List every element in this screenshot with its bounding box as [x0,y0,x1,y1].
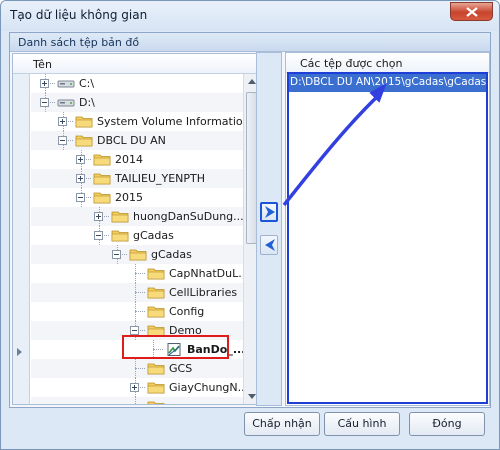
tree-node[interactable] [31,397,243,404]
row-indicator-column [13,74,30,404]
collapse-icon[interactable] [112,250,121,259]
tree-node-label: 2014 [115,153,143,166]
selected-files-header-label: Các tệp được chọn [300,57,403,70]
arrow-left-icon [265,239,275,251]
window-title: Tạo dữ liệu không gian [10,8,148,22]
current-row-indicator-icon [17,348,22,356]
scroll-up-icon[interactable] [248,79,256,84]
tree-node-label: GCS [169,362,193,375]
folder-icon [147,268,165,280]
transfer-buttons-panel [256,52,282,406]
ok-button[interactable]: Chấp nhận [244,412,320,436]
tree-node[interactable]: 2015 [31,188,243,207]
selected-file-row[interactable]: D:\DBCL DU AN\2015\gCadas\gCadas\De [287,74,488,92]
tree-node[interactable]: GiayChungN... [31,378,243,397]
expand-icon[interactable] [94,212,103,221]
tree-connector [135,283,136,302]
tree-node-label: CellLibraries [169,286,238,299]
tree-node[interactable]: gCadas [31,226,243,245]
arrow-right-icon [265,206,275,218]
tree-node-label: DBCL DU AN [97,134,166,147]
folder-icon [75,135,93,147]
group-header: Danh sách tệp bản đồ [10,33,490,52]
tree-node[interactable]: GCS [31,359,243,378]
config-button[interactable]: Cấu hình [324,412,400,436]
folder-icon [147,287,165,299]
tree-connector [135,292,145,293]
folder-icon [111,230,129,242]
drive-icon [57,99,75,107]
selected-file-path: D:\DBCL DU AN\2015\gCadas\gCadas\De [290,76,488,88]
title-bar: Tạo dữ liệu không gian [1,1,499,31]
folder-icon [147,382,165,394]
tree-node[interactable]: 2014 [31,150,243,169]
selected-files-column-header[interactable]: Các tệp được chọn [286,53,489,73]
annotation-red-highlight [122,335,229,359]
tree-node[interactable]: huongDanSuDung.... [31,207,243,226]
tree-node[interactable]: TAILIEU_YENPTH [31,169,243,188]
collapse-icon[interactable] [130,326,139,335]
folder-icon [93,154,111,166]
folder-icon [111,211,129,223]
tree-column-header[interactable]: Tên [13,54,259,74]
close-icon [466,7,478,17]
tree-node[interactable]: gCadas [31,245,243,264]
tree-node-label: gCadas [151,248,192,261]
tree-connector [135,273,145,274]
scroll-down-icon[interactable] [248,394,256,399]
tree-node-label: GiayChungN... [169,381,243,394]
tree-node[interactable]: DBCL DU AN [31,131,243,150]
tree-node[interactable]: CapNhatDuL... [31,264,243,283]
close-button[interactable]: Đóng [409,412,485,436]
tree-column-header-label: Tên [33,58,52,71]
folder-icon [75,116,93,128]
dialog-window: Tạo dữ liệu không gian Danh sách tệp bản… [0,0,500,450]
tree-connector [135,368,145,369]
expand-icon[interactable] [76,155,85,164]
tree-node-label: 2015 [115,191,143,204]
tree-connector [135,264,136,283]
folder-icon [147,401,165,404]
collapse-icon[interactable] [40,98,49,107]
tree-node-label: CapNhatDuL... [169,267,243,280]
tree-connector [135,302,136,321]
annotation-blue-frame [287,72,488,404]
tree-node[interactable]: Config [31,302,243,321]
collapse-icon[interactable] [94,231,103,240]
expand-icon[interactable] [40,79,49,88]
folder-icon [93,192,111,204]
tree-node-label: D:\ [79,96,95,109]
collapse-icon[interactable] [76,193,85,202]
tree-connector [135,311,145,312]
tree-node-label: TAILIEU_YENPTH [115,172,206,185]
tree-node-label: Config [169,305,205,318]
tree-node-label: huongDanSuDung.... [133,210,243,223]
collapse-icon[interactable] [58,136,67,145]
folder-icon [129,249,147,261]
folder-icon [93,173,111,185]
tree-node[interactable]: CellLibraries [31,283,243,302]
folder-icon [147,306,165,318]
remove-file-button[interactable] [260,235,278,255]
tree-node-label: C:\ [79,77,95,90]
tree-node[interactable]: D:\ [31,93,243,112]
expand-icon[interactable] [58,117,67,126]
drive-icon [57,80,75,88]
window-close-button[interactable] [450,2,493,21]
tree-connector [135,397,136,404]
group-title: Danh sách tệp bản đồ [18,36,140,49]
tree-node-label: gCadas [133,229,174,242]
tree-node[interactable]: System Volume Information [31,112,243,131]
folder-icon [147,363,165,375]
tree-node-label: System Volume Information [97,115,243,128]
expand-icon[interactable] [76,174,85,183]
expand-icon[interactable] [130,383,139,392]
add-file-button[interactable] [260,202,278,222]
tree-node[interactable]: C:\ [31,74,243,93]
tree-connector [135,359,136,378]
selected-files-panel: Các tệp được chọn D:\DBCL DU AN\2015\gCa… [285,52,490,406]
